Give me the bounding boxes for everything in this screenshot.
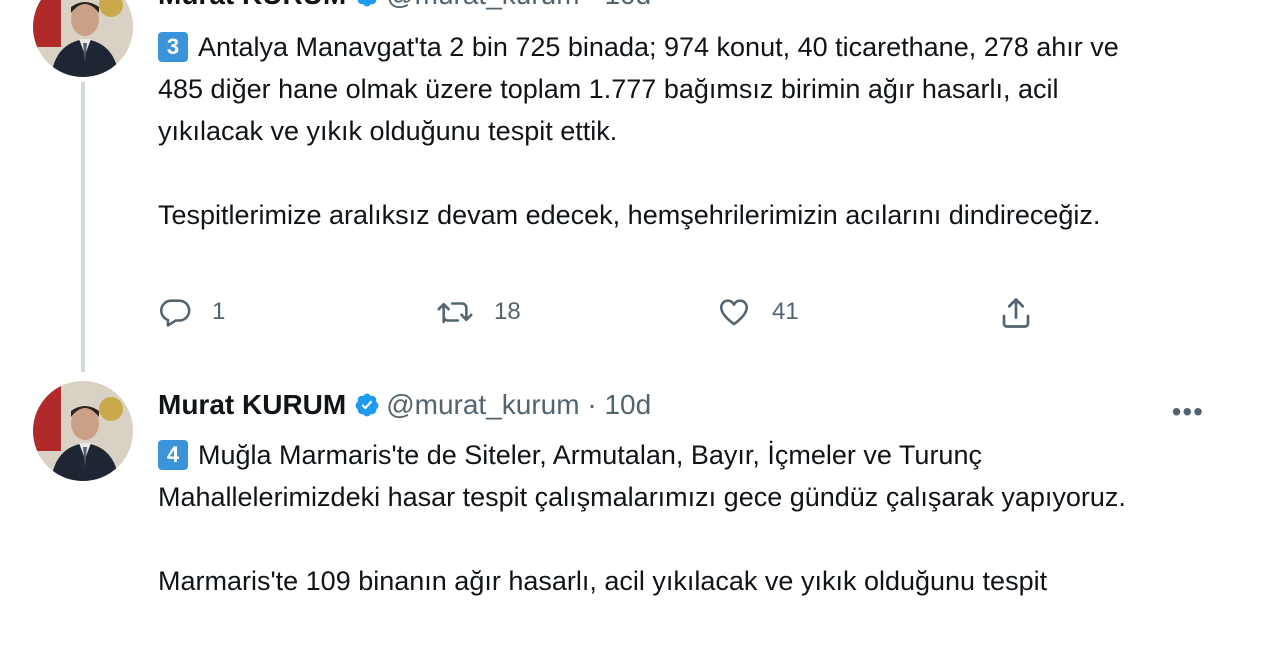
- tweet-paragraph: Tespitlerimize aralıksız devam edecek, h…: [158, 200, 1101, 230]
- author-handle[interactable]: @murat_kurum: [386, 0, 579, 10]
- separator-dot: ·: [587, 0, 596, 10]
- tweet-header: Murat KURUM @murat_kurum · 10d: [158, 388, 651, 426]
- author-avatar[interactable]: [33, 381, 133, 481]
- tweet-text: 4 Muğla Marmaris'te de Siteler, Armutalan…: [158, 434, 1168, 602]
- verified-badge-icon: [354, 392, 380, 426]
- tweet-text: 3 Antalya Manavgat'ta 2 bin 725 binada; 9…: [158, 26, 1168, 236]
- like-count: 41: [772, 298, 799, 325]
- reply-button[interactable]: 1: [158, 295, 225, 329]
- reply-icon: [158, 295, 192, 329]
- retweet-icon: [436, 295, 474, 329]
- tweet[interactable]: Murat KURUM @murat_kurum · 10d 3Antalya M…: [0, 0, 1280, 372]
- tweet[interactable]: Murat KURUM @murat_kurum · 10d ••• 4 Muğla…: [0, 372, 1280, 672]
- keycap-number-badge: 4: [158, 440, 188, 470]
- share-icon: [998, 295, 1034, 331]
- tweet-paragraph: Marmaris'te 109 binanın ağır hasarlı, ac…: [158, 566, 1048, 596]
- tweet-timestamp[interactable]: 10d: [604, 389, 651, 420]
- author-handle[interactable]: @murat_kurum: [386, 389, 579, 420]
- retweet-count: 18: [494, 298, 521, 325]
- share-button[interactable]: [998, 295, 1034, 331]
- author-avatar[interactable]: [33, 0, 133, 77]
- tweet-paragraph: 4 Muğla Marmaris'te de Siteler, Armutalan…: [158, 440, 1126, 512]
- like-icon: [716, 295, 752, 329]
- more-options-icon[interactable]: •••: [1172, 396, 1204, 428]
- keycap-number-badge: 3: [158, 32, 188, 62]
- tweet-paragraph: 3 Antalya Manavgat'ta 2 bin 725 binada; 9…: [158, 32, 1119, 146]
- retweet-button[interactable]: 18: [436, 295, 521, 329]
- verified-badge-icon: [354, 0, 380, 16]
- like-button[interactable]: 41: [716, 295, 799, 329]
- tweet-actions: 1 18 41: [158, 295, 1058, 335]
- author-name[interactable]: Murat KURUM: [158, 389, 346, 420]
- tweet-timestamp[interactable]: 10d: [604, 0, 651, 10]
- thread-connector: [81, 82, 85, 372]
- separator-dot: ·: [587, 389, 597, 420]
- tweet-header: Murat KURUM @murat_kurum · 10d: [158, 0, 651, 16]
- author-name[interactable]: Murat KURUM: [158, 0, 346, 10]
- reply-count: 1: [212, 298, 226, 325]
